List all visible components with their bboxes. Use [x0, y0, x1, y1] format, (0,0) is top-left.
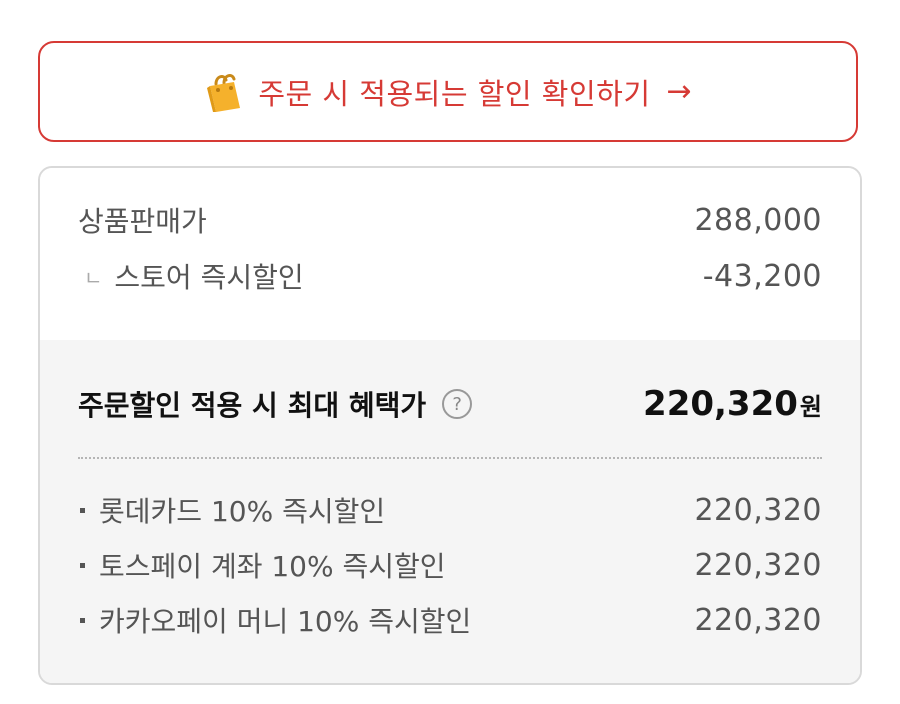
- discount-item: 롯데카드 10% 즉시할인 220,320: [78, 490, 822, 530]
- price-breakdown-section: 상품판매가 288,000 ㄴ 스토어 즉시할인 -43,200: [40, 168, 860, 340]
- discount-value: 220,320: [694, 602, 822, 638]
- shopping-bag-icon: [204, 70, 244, 114]
- discount-item: 카카오페이 머니 10% 즉시할인 220,320: [78, 600, 822, 640]
- price-summary-card: 상품판매가 288,000 ㄴ 스토어 즉시할인 -43,200 주문할인 적용…: [38, 166, 862, 685]
- currency-unit: 원: [799, 393, 822, 421]
- store-discount-label: 스토어 즉시할인: [114, 261, 304, 294]
- max-benefit-amount: 220,320: [643, 384, 798, 424]
- store-discount-row: ㄴ 스토어 즉시할인 -43,200: [78, 256, 822, 296]
- discount-label: 롯데카드 10% 즉시할인: [99, 495, 386, 528]
- bullet-icon: [80, 617, 85, 623]
- sale-price-row: 상품판매가 288,000: [78, 200, 822, 240]
- sale-price-label: 상품판매가: [78, 205, 207, 238]
- discount-label: 토스페이 계좌 10% 즉시할인: [99, 550, 446, 583]
- help-icon[interactable]: ?: [442, 389, 473, 419]
- max-benefit-label: 주문할인 적용 시 최대 혜택가: [78, 389, 427, 422]
- sub-item-marker: ㄴ: [84, 265, 103, 290]
- discount-value: 220,320: [694, 492, 822, 528]
- bullet-icon: [80, 562, 85, 568]
- sale-price-value: 288,000: [694, 202, 822, 238]
- dotted-divider: [78, 457, 822, 459]
- max-benefit-price: 220,320 원: [643, 384, 822, 424]
- cta-label: 주문 시 적용되는 할인 확인하기: [258, 76, 651, 111]
- discount-item: 토스페이 계좌 10% 즉시할인 220,320: [78, 545, 822, 585]
- check-order-discount-button[interactable]: 주문 시 적용되는 할인 확인하기 →: [38, 41, 858, 142]
- store-discount-value: -43,200: [702, 258, 822, 294]
- discount-label: 카카오페이 머니 10% 즉시할인: [99, 605, 472, 638]
- discount-value: 220,320: [694, 547, 822, 583]
- max-benefit-row: 주문할인 적용 시 최대 혜택가 ? 220,320 원: [78, 384, 822, 424]
- bullet-icon: [80, 507, 85, 513]
- arrow-right-icon: →: [666, 73, 692, 109]
- benefit-section: 주문할인 적용 시 최대 혜택가 ? 220,320 원 롯데카드 10% 즉시…: [40, 340, 860, 683]
